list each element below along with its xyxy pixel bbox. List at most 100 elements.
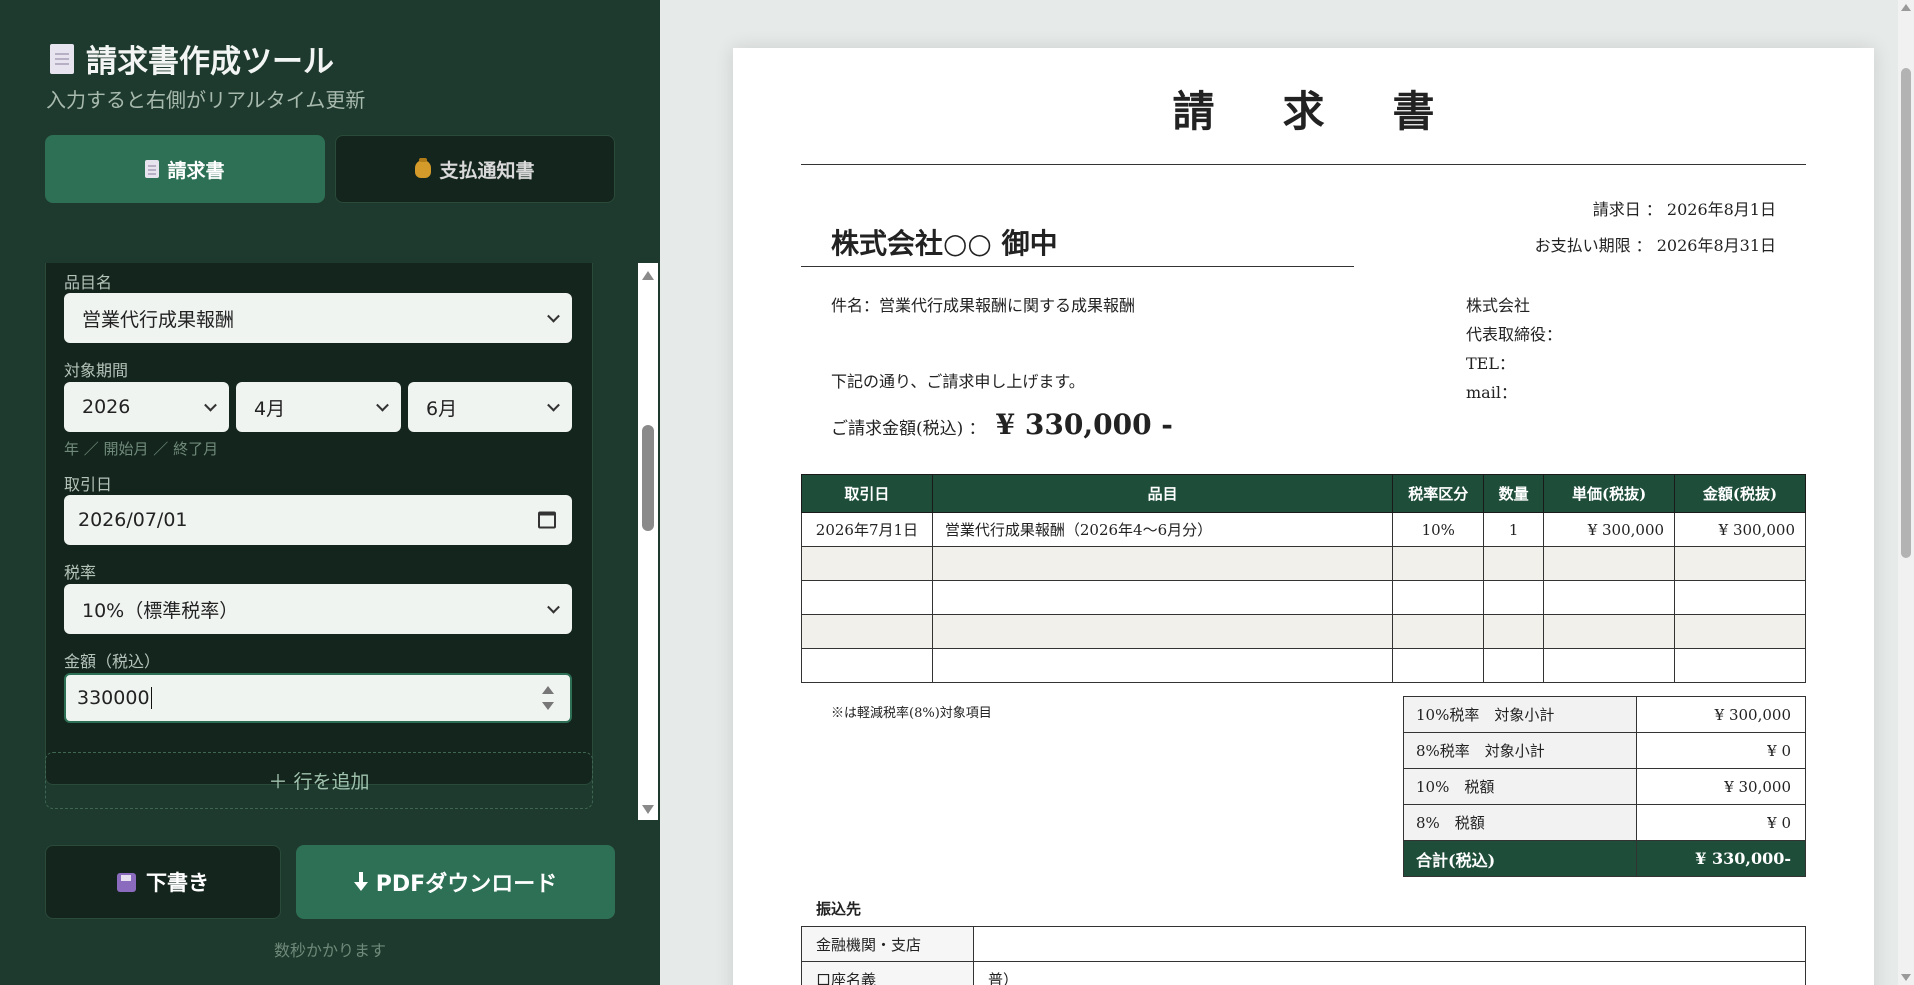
header-date: 取引日 bbox=[801, 474, 933, 513]
amount-label: 金額（税込） bbox=[64, 652, 161, 671]
totals-value: ¥ 0 bbox=[1636, 804, 1806, 841]
billing-amount-label: ご請求金額(税込) ： bbox=[831, 419, 986, 439]
table-row: 2026年7月1日 営業代行成果報酬（2026年4～6月分） 10% 1 ¥ 3… bbox=[801, 512, 1806, 547]
period-start-select[interactable]: 4月 bbox=[236, 382, 401, 432]
cell-tax-class bbox=[1392, 580, 1485, 615]
chevron-down-icon bbox=[547, 309, 560, 323]
tax-rate-select[interactable]: 10%（標準税率） bbox=[64, 584, 572, 634]
company-representative: 代表取締役： bbox=[1466, 325, 1563, 344]
tab-payment-label: 支払通知書 bbox=[439, 159, 535, 182]
amount-input[interactable]: 330000 bbox=[64, 673, 572, 723]
grand-total-value: ¥ 330,000- bbox=[1636, 840, 1806, 877]
floppy-disk-icon bbox=[117, 872, 136, 892]
tab-payment-notice[interactable]: 支払通知書 bbox=[335, 135, 615, 203]
chevron-down-icon bbox=[547, 600, 560, 614]
billing-amount-value: ¥ 330,000 - bbox=[995, 408, 1173, 441]
bank-row: 金融機関・支店 bbox=[801, 926, 1806, 962]
cell-quantity bbox=[1483, 648, 1545, 683]
tax-rate-value: 10%（標準税率） bbox=[82, 599, 239, 622]
app-title: 請求書作成ツール bbox=[50, 36, 334, 81]
table-row bbox=[801, 546, 1806, 581]
period-start-value: 4月 bbox=[254, 397, 286, 420]
scroll-down-arrow-icon[interactable] bbox=[642, 805, 654, 814]
add-row-button[interactable]: ＋ 行を追加 bbox=[45, 752, 593, 809]
text-caret bbox=[150, 687, 152, 709]
company-name: 株式会社 bbox=[1466, 296, 1531, 315]
bank-row: 口座名義 普） bbox=[801, 961, 1806, 985]
header-item: 品目 bbox=[931, 474, 1394, 513]
table-header-row: 取引日 品目 税率区分 数量 単価(税抜) 金額(税抜) bbox=[801, 474, 1806, 513]
title-divider bbox=[801, 164, 1806, 165]
scroll-down-arrow-icon[interactable] bbox=[1901, 974, 1911, 981]
page-scrollbar[interactable] bbox=[1898, 0, 1914, 985]
bank-value: 普） bbox=[973, 961, 1806, 985]
line-items-table: 取引日 品目 税率区分 数量 単価(税抜) 金額(税抜) 2026年7月1日 営… bbox=[801, 474, 1806, 683]
invoice-title: 請求書 bbox=[1172, 87, 1503, 136]
header-amount: 金額(税抜) bbox=[1674, 474, 1806, 513]
bank-label: 口座名義 bbox=[801, 961, 974, 985]
period-end-select[interactable]: 6月 bbox=[408, 382, 572, 432]
cell-amount bbox=[1674, 614, 1806, 649]
form-scroll-area[interactable]: 品目名 営業代行成果報酬 対象期間 2026 4月 6月 年 ／ 開始月 ／ 終… bbox=[0, 263, 660, 820]
cell-quantity bbox=[1483, 614, 1545, 649]
table-row bbox=[801, 580, 1806, 615]
header-quantity: 数量 bbox=[1483, 474, 1545, 513]
totals-value: ¥ 300,000 bbox=[1636, 696, 1806, 733]
item-name-label: 品目名 bbox=[64, 273, 113, 292]
pdf-download-button[interactable]: PDFダウンロード bbox=[296, 845, 615, 919]
invoice-intro: 下記の通り、ご請求申し上げます。 bbox=[831, 372, 1085, 391]
calendar-icon[interactable] bbox=[538, 511, 556, 529]
cell-item bbox=[931, 580, 1394, 615]
download-arrow-icon bbox=[353, 872, 368, 892]
cell-tax-class: 10% bbox=[1392, 512, 1485, 547]
document-icon bbox=[145, 160, 160, 178]
cell-item: 営業代行成果報酬（2026年4～6月分） bbox=[931, 512, 1394, 547]
scroll-up-arrow-icon[interactable] bbox=[1901, 4, 1911, 11]
editor-panel: 請求書作成ツール 入力すると右側がリアルタイム更新 請求書 支払通知書 品目名 … bbox=[0, 0, 660, 985]
item-name-select[interactable]: 営業代行成果報酬 bbox=[64, 293, 572, 343]
chevron-down-icon bbox=[204, 398, 217, 412]
cell-date: 2026年7月1日 bbox=[801, 512, 933, 547]
cell-tax-class bbox=[1392, 546, 1485, 581]
transaction-date-label: 取引日 bbox=[64, 475, 113, 494]
cell-unit-price bbox=[1543, 546, 1676, 581]
totals-table: 10%税率 対象小計 ¥ 300,000 8%税率 対象小計 ¥ 0 10% 税… bbox=[1403, 696, 1806, 877]
scroll-up-arrow-icon[interactable] bbox=[642, 271, 654, 280]
tab-invoice-label: 請求書 bbox=[167, 159, 225, 182]
bank-section-title: 振込先 bbox=[816, 900, 862, 918]
form-scrollbar[interactable] bbox=[638, 263, 658, 820]
document-icon bbox=[50, 43, 74, 74]
tab-invoice[interactable]: 請求書 bbox=[45, 135, 325, 203]
app-subtitle: 入力すると右側がリアルタイム更新 bbox=[46, 88, 366, 112]
client-underline bbox=[801, 266, 1354, 267]
cell-unit-price: ¥ 300,000 bbox=[1543, 512, 1676, 547]
cell-date bbox=[801, 580, 933, 615]
grand-total-row: 合計(税込) ¥ 330,000- bbox=[1403, 840, 1806, 877]
cell-quantity: 1 bbox=[1483, 512, 1545, 547]
billing-amount: ご請求金額(税込) ： ¥ 330,000 - bbox=[831, 408, 1173, 441]
totals-label: 10%税率 対象小計 bbox=[1403, 696, 1637, 733]
bank-label: 金融機関・支店 bbox=[801, 926, 974, 962]
period-year-value: 2026 bbox=[82, 396, 131, 418]
item-name-value: 営業代行成果報酬 bbox=[82, 308, 235, 331]
scroll-thumb[interactable] bbox=[642, 425, 654, 531]
save-draft-button[interactable]: 下書き bbox=[45, 845, 281, 919]
cell-quantity bbox=[1483, 580, 1545, 615]
chevron-down-icon bbox=[376, 398, 389, 412]
number-spinner-icon[interactable] bbox=[542, 684, 554, 712]
invoice-subject: 件名：営業代行成果報酬に関する成果報酬 bbox=[831, 296, 1136, 315]
reduced-tax-note: ※は軽減税率(8%)対象項目 bbox=[831, 706, 992, 721]
page-scroll-thumb[interactable] bbox=[1901, 68, 1911, 558]
cell-unit-price bbox=[1543, 648, 1676, 683]
transaction-date-input[interactable]: 2026/07/01 bbox=[64, 495, 572, 545]
totals-label: 8% 税額 bbox=[1403, 804, 1637, 841]
cell-amount bbox=[1674, 580, 1806, 615]
totals-value: ¥ 30,000 bbox=[1636, 768, 1806, 805]
period-year-select[interactable]: 2026 bbox=[64, 382, 229, 432]
client-name: 株式会社○○ 御中 bbox=[831, 227, 1058, 260]
cell-item bbox=[931, 614, 1394, 649]
cell-amount: ¥ 300,000 bbox=[1674, 512, 1806, 547]
download-note: 数秒かかります bbox=[273, 941, 386, 960]
save-draft-label: 下書き bbox=[146, 871, 209, 895]
cell-unit-price bbox=[1543, 614, 1676, 649]
